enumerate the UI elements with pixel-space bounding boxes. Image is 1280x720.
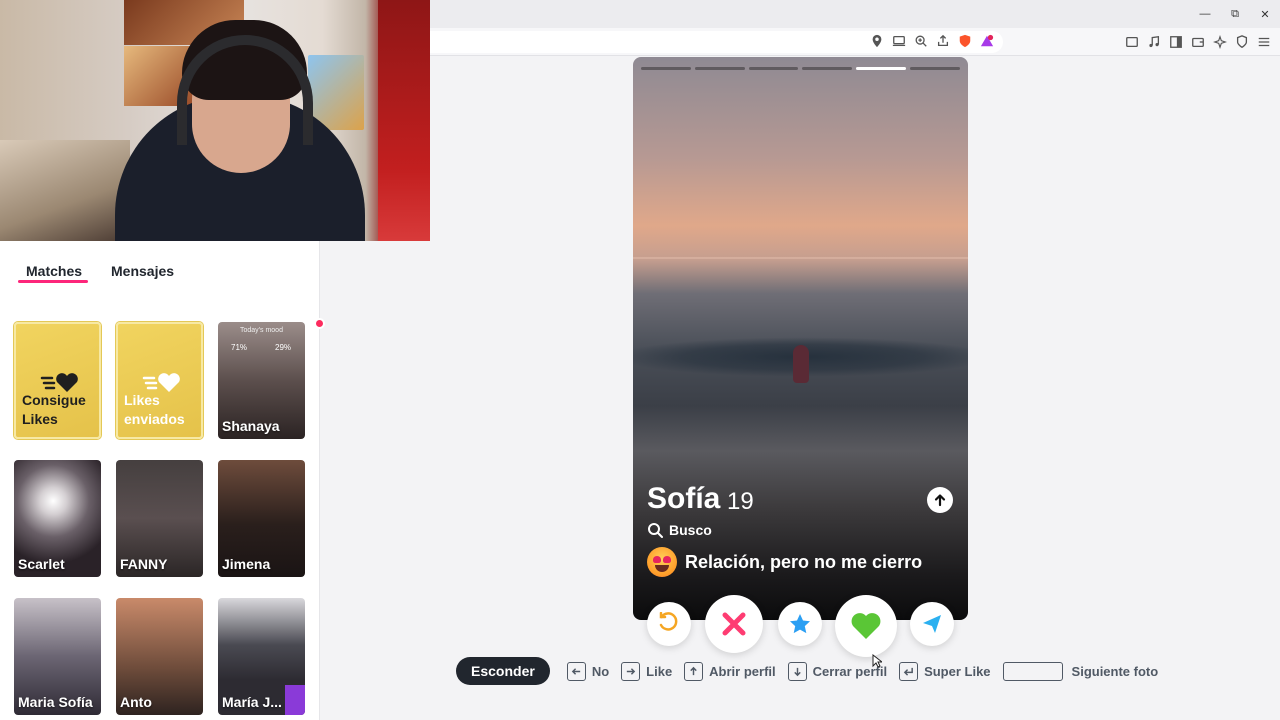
like-button[interactable] [835,595,897,657]
swipe-actions [633,592,968,660]
star-icon [790,614,810,634]
match-name: Shanaya [222,418,280,434]
shortcut-no: No [566,661,610,681]
close-icon [722,612,746,636]
wallet-icon[interactable] [1190,34,1206,50]
arrow-up-icon [934,494,946,507]
match-card-scarlet[interactable]: Scarlet [14,460,101,577]
up-arrow-key-icon [684,661,704,681]
shortcut-open-profile-label: Abrir perfil [709,663,776,679]
shortcut-super-like-label: Super Like [924,663,991,679]
rewind-icon [659,612,678,631]
match-card-anto[interactable]: Anto [116,598,203,715]
rewind-button[interactable] [647,602,691,646]
photo-indicator[interactable] [748,67,799,70]
photo-subject [793,345,809,383]
tab-mensajes[interactable]: Mensajes [111,263,174,279]
get-likes-label: Consigue Likes [22,392,86,427]
match-card-jimena[interactable]: Jimena [218,460,305,577]
mouse-cursor-icon [872,654,882,668]
open-profile-button[interactable] [927,487,953,513]
shortcut-like-label: Like [646,663,673,679]
profile-age: 19 [727,488,754,515]
search-icon [648,523,663,538]
location-icon[interactable] [869,33,885,49]
photo-indicator[interactable] [802,67,853,70]
match-name: FANNY [120,556,168,572]
gaming-chair [378,0,430,241]
get-likes-card[interactable]: Consigue Likes [14,322,101,439]
brave-shield-icon[interactable] [957,33,973,49]
photo-indicator-active[interactable] [856,67,907,70]
match-name: Jimena [222,556,271,572]
shortcut-next-photo: Siguiente foto [1002,661,1159,681]
restore-button[interactable]: ⧉ [1220,0,1250,28]
space-key-icon [1002,661,1063,681]
looking-for-row: Busco [647,522,712,538]
tab-matches[interactable]: Matches [26,263,82,279]
match-card-maria-j[interactable]: María J... [218,598,305,715]
new-match-badge [314,318,325,329]
music-icon[interactable] [1146,34,1162,50]
match-name: Scarlet [18,556,65,572]
match-card-fanny[interactable]: FANNY [116,460,203,577]
cast-icon[interactable] [891,33,907,49]
keyboard-shortcuts-bar: Esconder No Like Abrir perfil Cerrar per… [456,657,1170,685]
right-arrow-key-icon [621,661,641,681]
vpn-icon[interactable] [1234,34,1250,50]
relationship-goal-text: Relación, pero no me cierro [685,551,923,572]
brave-rewards-icon[interactable] [979,33,995,49]
hide-shortcuts-button[interactable]: Esconder [456,657,550,685]
match-name: Maria Sofía [18,694,93,710]
likes-sent-label: Likes enviados [124,392,185,427]
heart-eyes-emoji-icon [647,547,677,577]
match-name: Anto [120,694,152,710]
photo-indicator[interactable] [910,67,960,70]
profile-name: Sofía [647,482,721,515]
active-tab-indicator [18,280,88,283]
heart-icon [851,613,881,639]
profile-card[interactable]: Sofía 19 Busco Relación, pero no me cier… [633,57,968,620]
webcam-overlay [0,0,430,241]
shortcut-no-label: No [591,663,610,679]
leo-ai-icon[interactable] [1212,34,1228,50]
photo-horizon [633,257,968,259]
super-like-button[interactable] [778,602,822,646]
shortcut-open-profile: Abrir perfil [684,661,776,681]
mood-left-value: 71% [231,343,248,352]
zoom-icon[interactable] [913,33,929,49]
match-card-maria-sofia[interactable]: Maria Sofía [14,598,101,715]
match-card-shanaya[interactable]: Today's mood 71% 29% Shanaya [218,322,305,439]
boost-button[interactable] [910,602,954,646]
photo-progress-bar [641,67,960,71]
shortcut-next-photo-label: Siguiente foto [1071,663,1159,679]
down-arrow-key-icon [787,661,807,681]
window-controls: — ⧉ ✕ [1190,0,1280,28]
sidebar-icon[interactable] [1168,34,1184,50]
shortcut-like: Like [621,661,673,681]
nope-button[interactable] [705,595,763,653]
minimize-button[interactable]: — [1190,0,1220,28]
photo-indicator[interactable] [694,67,745,70]
sidebar-tabs: Matches Mensajes [0,241,320,291]
photo-indicator[interactable] [641,67,691,70]
close-window-button[interactable]: ✕ [1250,0,1280,28]
enter-key-icon [899,661,919,681]
looking-for-label: Busco [669,522,712,538]
mood-right-value: 29% [275,343,292,352]
boost-overlay [285,685,305,715]
media-icon[interactable] [1124,34,1140,50]
left-arrow-key-icon [566,661,586,681]
menu-icon[interactable] [1256,34,1272,50]
relationship-goal-row: Relación, pero no me cierro [647,547,922,577]
match-name: María J... [222,694,282,710]
share-icon[interactable] [935,33,951,49]
shortcut-super-like: Super Like [899,661,991,681]
matches-sidebar: Matches Mensajes Consigue Likes Likes en… [0,241,325,720]
mood-caption: Today's mood [240,327,283,334]
background-blanket [0,140,130,241]
likes-sent-card[interactable]: Likes enviados [116,322,203,439]
send-icon [923,615,941,633]
